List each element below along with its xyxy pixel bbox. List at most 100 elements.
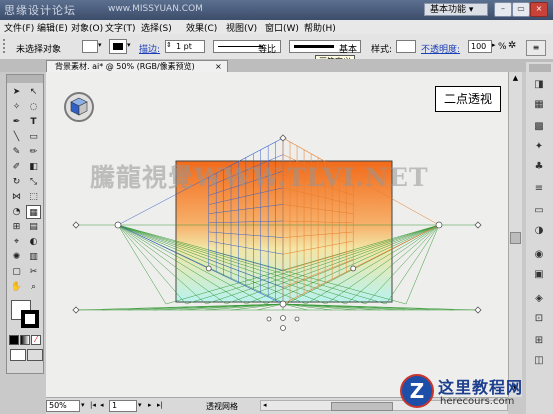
align-panel-icon[interactable]: ⊞ <box>530 332 548 350</box>
color-mode-icon[interactable] <box>9 335 19 345</box>
eraser-tool-icon[interactable]: ◧ <box>26 160 41 174</box>
transparency-panel-icon[interactable]: ◑ <box>530 222 548 240</box>
grid-height-handle[interactable] <box>279 134 287 142</box>
next-artboard-icon[interactable]: ▸ <box>148 401 152 409</box>
grid-cell-handle[interactable] <box>280 315 286 321</box>
panel-menu-icon[interactable]: ≡ <box>526 40 546 56</box>
vanishing-point-left[interactable] <box>114 221 122 229</box>
previous-artboard-icon[interactable]: ◂ <box>100 401 104 409</box>
perspective-grid-tool-icon[interactable]: ▦ <box>26 205 41 219</box>
menu-effect[interactable]: 效果(C) <box>186 21 217 34</box>
last-artboard-icon[interactable]: ▸| <box>157 401 163 409</box>
horizontal-plane-handle-right[interactable] <box>294 316 300 322</box>
scroll-thumb[interactable] <box>510 232 521 244</box>
menu-help[interactable]: 帮助(H) <box>304 21 336 34</box>
blob-brush-tool-icon[interactable]: ✐ <box>9 160 24 174</box>
first-artboard-icon[interactable]: |◂ <box>90 401 96 409</box>
chevron-left-icon[interactable]: ◂ <box>263 401 267 409</box>
close-icon[interactable]: × <box>530 2 548 17</box>
graphic-styles-icon[interactable]: ▣ <box>530 266 548 284</box>
brush-icon[interactable]: ✲ <box>508 40 516 51</box>
draw-mode-icon[interactable] <box>10 349 26 361</box>
ground-level-handle-left[interactable] <box>72 306 80 314</box>
stroke-color-swatch[interactable] <box>21 310 39 328</box>
gradient-tool-icon[interactable]: ▤ <box>26 220 41 234</box>
symbols-panel-icon[interactable]: ♣ <box>530 158 548 176</box>
opacity-label[interactable]: 不透明度: <box>421 42 460 55</box>
pathfinder-panel-icon[interactable]: ◫ <box>530 352 548 370</box>
zoom-field[interactable]: 50% <box>46 400 80 412</box>
hand-tool-icon[interactable]: ✋ <box>9 280 24 294</box>
rotate-tool-icon[interactable]: ↻ <box>9 175 24 189</box>
menu-edit[interactable]: 编辑(E) <box>37 21 68 34</box>
color-guide-icon[interactable]: ▦ <box>530 96 548 114</box>
horizontal-plane-handle-left[interactable] <box>266 316 272 322</box>
menu-select[interactable]: 选择(S) <box>141 21 172 34</box>
vertical-scrollbar[interactable]: ▲ ▼ <box>508 72 522 397</box>
chevron-down-icon[interactable]: ▾ <box>138 401 142 409</box>
artboard-number-field[interactable]: 1 <box>109 400 137 412</box>
minimize-icon[interactable]: – <box>494 2 512 17</box>
right-plane-extent-handle[interactable] <box>350 265 357 272</box>
chevron-down-icon[interactable]: ▾ <box>98 41 102 49</box>
style-swatch[interactable] <box>396 40 416 53</box>
selection-tool-icon[interactable]: ➤ <box>9 85 24 99</box>
blend-tool-icon[interactable]: ◐ <box>26 235 41 249</box>
gradient-panel-icon[interactable]: ▭ <box>530 202 548 220</box>
none-mode-icon[interactable]: ⁄ <box>31 335 41 345</box>
line-tool-icon[interactable]: ╲ <box>9 130 24 144</box>
mesh-tool-icon[interactable]: ⊞ <box>9 220 24 234</box>
gradient-mode-icon[interactable] <box>20 335 30 345</box>
symbol-sprayer-tool-icon[interactable]: ✺ <box>9 250 24 264</box>
artboard-tool-icon[interactable]: ▢ <box>9 265 24 279</box>
workspace-switcher[interactable]: 基本功能 ▾ <box>424 3 488 16</box>
menu-object[interactable]: 对象(O) <box>71 21 103 34</box>
paintbrush-tool-icon[interactable]: ✎ <box>9 145 24 159</box>
maximize-icon[interactable]: ▭ <box>512 2 530 17</box>
scroll-thumb[interactable] <box>331 402 393 411</box>
appearance-panel-icon[interactable]: ◉ <box>530 246 548 264</box>
menu-type[interactable]: 文字(T) <box>105 21 136 34</box>
artboards-panel-icon[interactable]: ⊡ <box>530 310 548 328</box>
chevron-down-icon[interactable]: ▾ <box>81 401 85 409</box>
menu-file[interactable]: 文件(F) <box>4 21 34 34</box>
free-transform-tool-icon[interactable]: ⬚ <box>26 190 41 204</box>
slice-tool-icon[interactable]: ✂ <box>26 265 41 279</box>
shape-builder-tool-icon[interactable]: ◔ <box>9 205 24 219</box>
horizon-handle-right[interactable] <box>474 221 482 229</box>
pen-tool-icon[interactable]: ✒ <box>9 115 24 129</box>
stepper-icon[interactable]: ⇕ <box>166 41 172 49</box>
pencil-tool-icon[interactable]: ✏ <box>26 145 41 159</box>
menu-window[interactable]: 窗口(W) <box>265 21 299 34</box>
scale-tool-icon[interactable]: ⤡ <box>26 175 41 189</box>
horizon-handle-left[interactable] <box>72 221 80 229</box>
chevron-up-icon[interactable]: ▲ <box>510 74 521 84</box>
stroke-label[interactable]: 描边: <box>139 42 160 55</box>
fill-swatch[interactable] <box>82 40 98 53</box>
chevron-down-icon[interactable]: ▾ <box>127 41 131 49</box>
direct-selection-tool-icon[interactable]: ↖ <box>26 85 41 99</box>
stroke-swatch[interactable] <box>109 39 127 54</box>
swatches-panel-icon[interactable]: ▩ <box>530 118 548 136</box>
menu-view[interactable]: 视图(V) <box>226 21 257 34</box>
rectangle-tool-icon[interactable]: ▭ <box>26 130 41 144</box>
panel-grip[interactable] <box>7 75 43 83</box>
layers-panel-icon[interactable]: ◈ <box>530 290 548 308</box>
left-plane-extent-handle[interactable] <box>205 265 212 272</box>
chevron-right-icon[interactable]: ▸ <box>492 41 496 49</box>
origin-handle[interactable] <box>280 325 286 331</box>
opacity-field[interactable]: 100 <box>468 40 492 53</box>
plane-switching-widget[interactable] <box>64 92 94 122</box>
width-tool-icon[interactable]: ⋈ <box>9 190 24 204</box>
eyedropper-tool-icon[interactable]: ⌖ <box>9 235 24 249</box>
grip-handle[interactable] <box>3 39 8 53</box>
brushes-panel-icon[interactable]: ✦ <box>530 138 548 156</box>
zoom-tool-icon[interactable]: ⌕ <box>26 280 41 294</box>
screen-mode-icon[interactable] <box>27 349 43 361</box>
magic-wand-tool-icon[interactable]: ✧ <box>9 100 24 114</box>
panel-grip[interactable] <box>529 64 551 72</box>
ground-origin-handle[interactable] <box>279 300 287 308</box>
vanishing-point-right[interactable] <box>435 221 443 229</box>
ground-level-handle-right[interactable] <box>474 306 482 314</box>
stroke-panel-icon[interactable]: ≡ <box>530 180 548 198</box>
